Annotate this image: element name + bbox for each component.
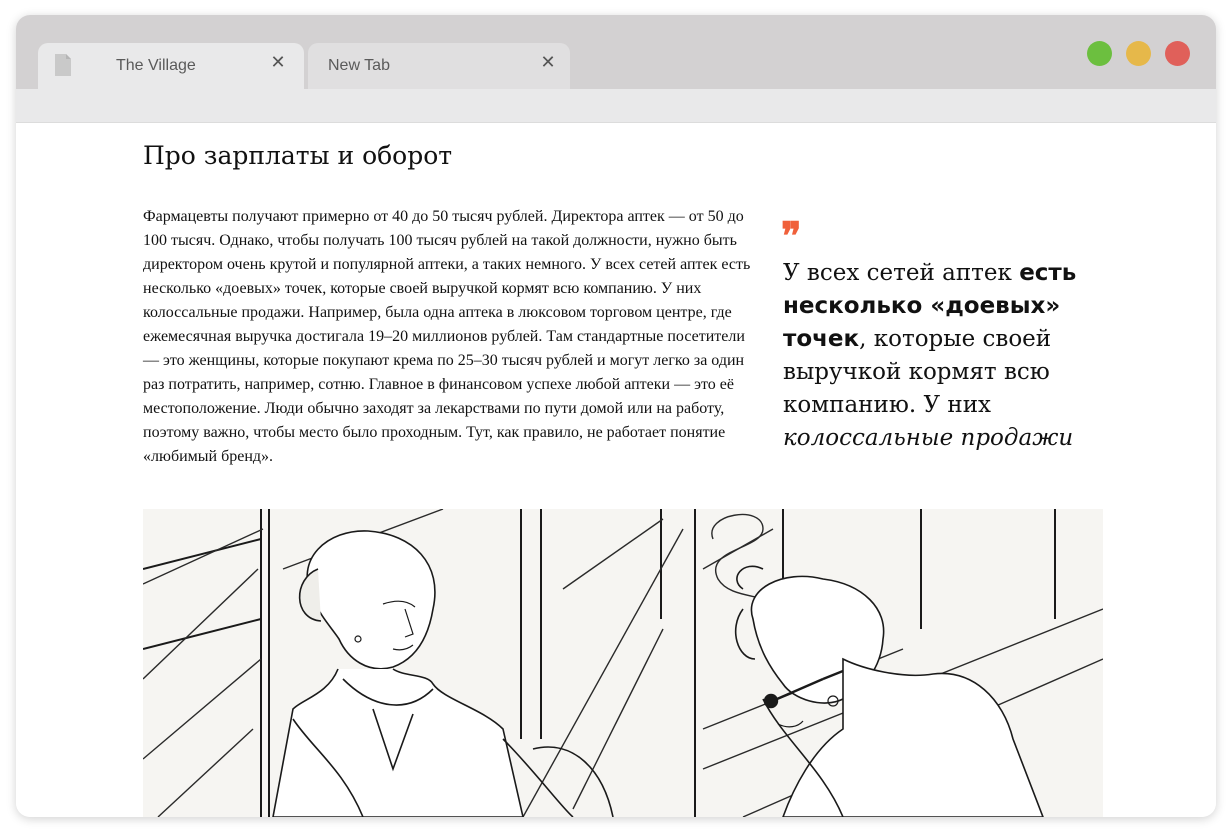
- minimize-button[interactable]: [1126, 41, 1151, 66]
- close-icon[interactable]: ✕: [540, 54, 556, 72]
- maximize-button[interactable]: [1087, 41, 1112, 66]
- document-icon: [55, 54, 71, 76]
- section-title: Про зарплаты и оборот: [143, 141, 453, 170]
- tab-strip: The Village ✕ New Tab ✕: [16, 15, 1216, 89]
- quote-icon: ❞: [781, 213, 802, 258]
- tab-new-tab[interactable]: New Tab ✕: [308, 43, 570, 89]
- pharmacy-illustration: [143, 509, 1103, 817]
- tab-the-village[interactable]: The Village ✕: [38, 43, 304, 89]
- quote-italic-text: колоссальные продажи: [783, 425, 1074, 451]
- browser-toolbar: [16, 89, 1216, 123]
- close-icon[interactable]: ✕: [270, 54, 286, 72]
- close-window-button[interactable]: [1165, 41, 1190, 66]
- pull-quote: У всех сетей аптек есть несколько «доевы…: [783, 257, 1083, 455]
- article-paragraph: Фармацевты получают примерно от 40 до 50…: [143, 208, 751, 465]
- page-content: Про зарплаты и оборот Фармацевты получаю…: [16, 123, 1216, 817]
- tab-label: The Village: [116, 57, 196, 74]
- browser-window: The Village ✕ New Tab ✕ Про зарплаты и о…: [16, 15, 1216, 817]
- quote-text: У всех сетей аптек: [783, 260, 1020, 286]
- tab-label: New Tab: [328, 57, 390, 74]
